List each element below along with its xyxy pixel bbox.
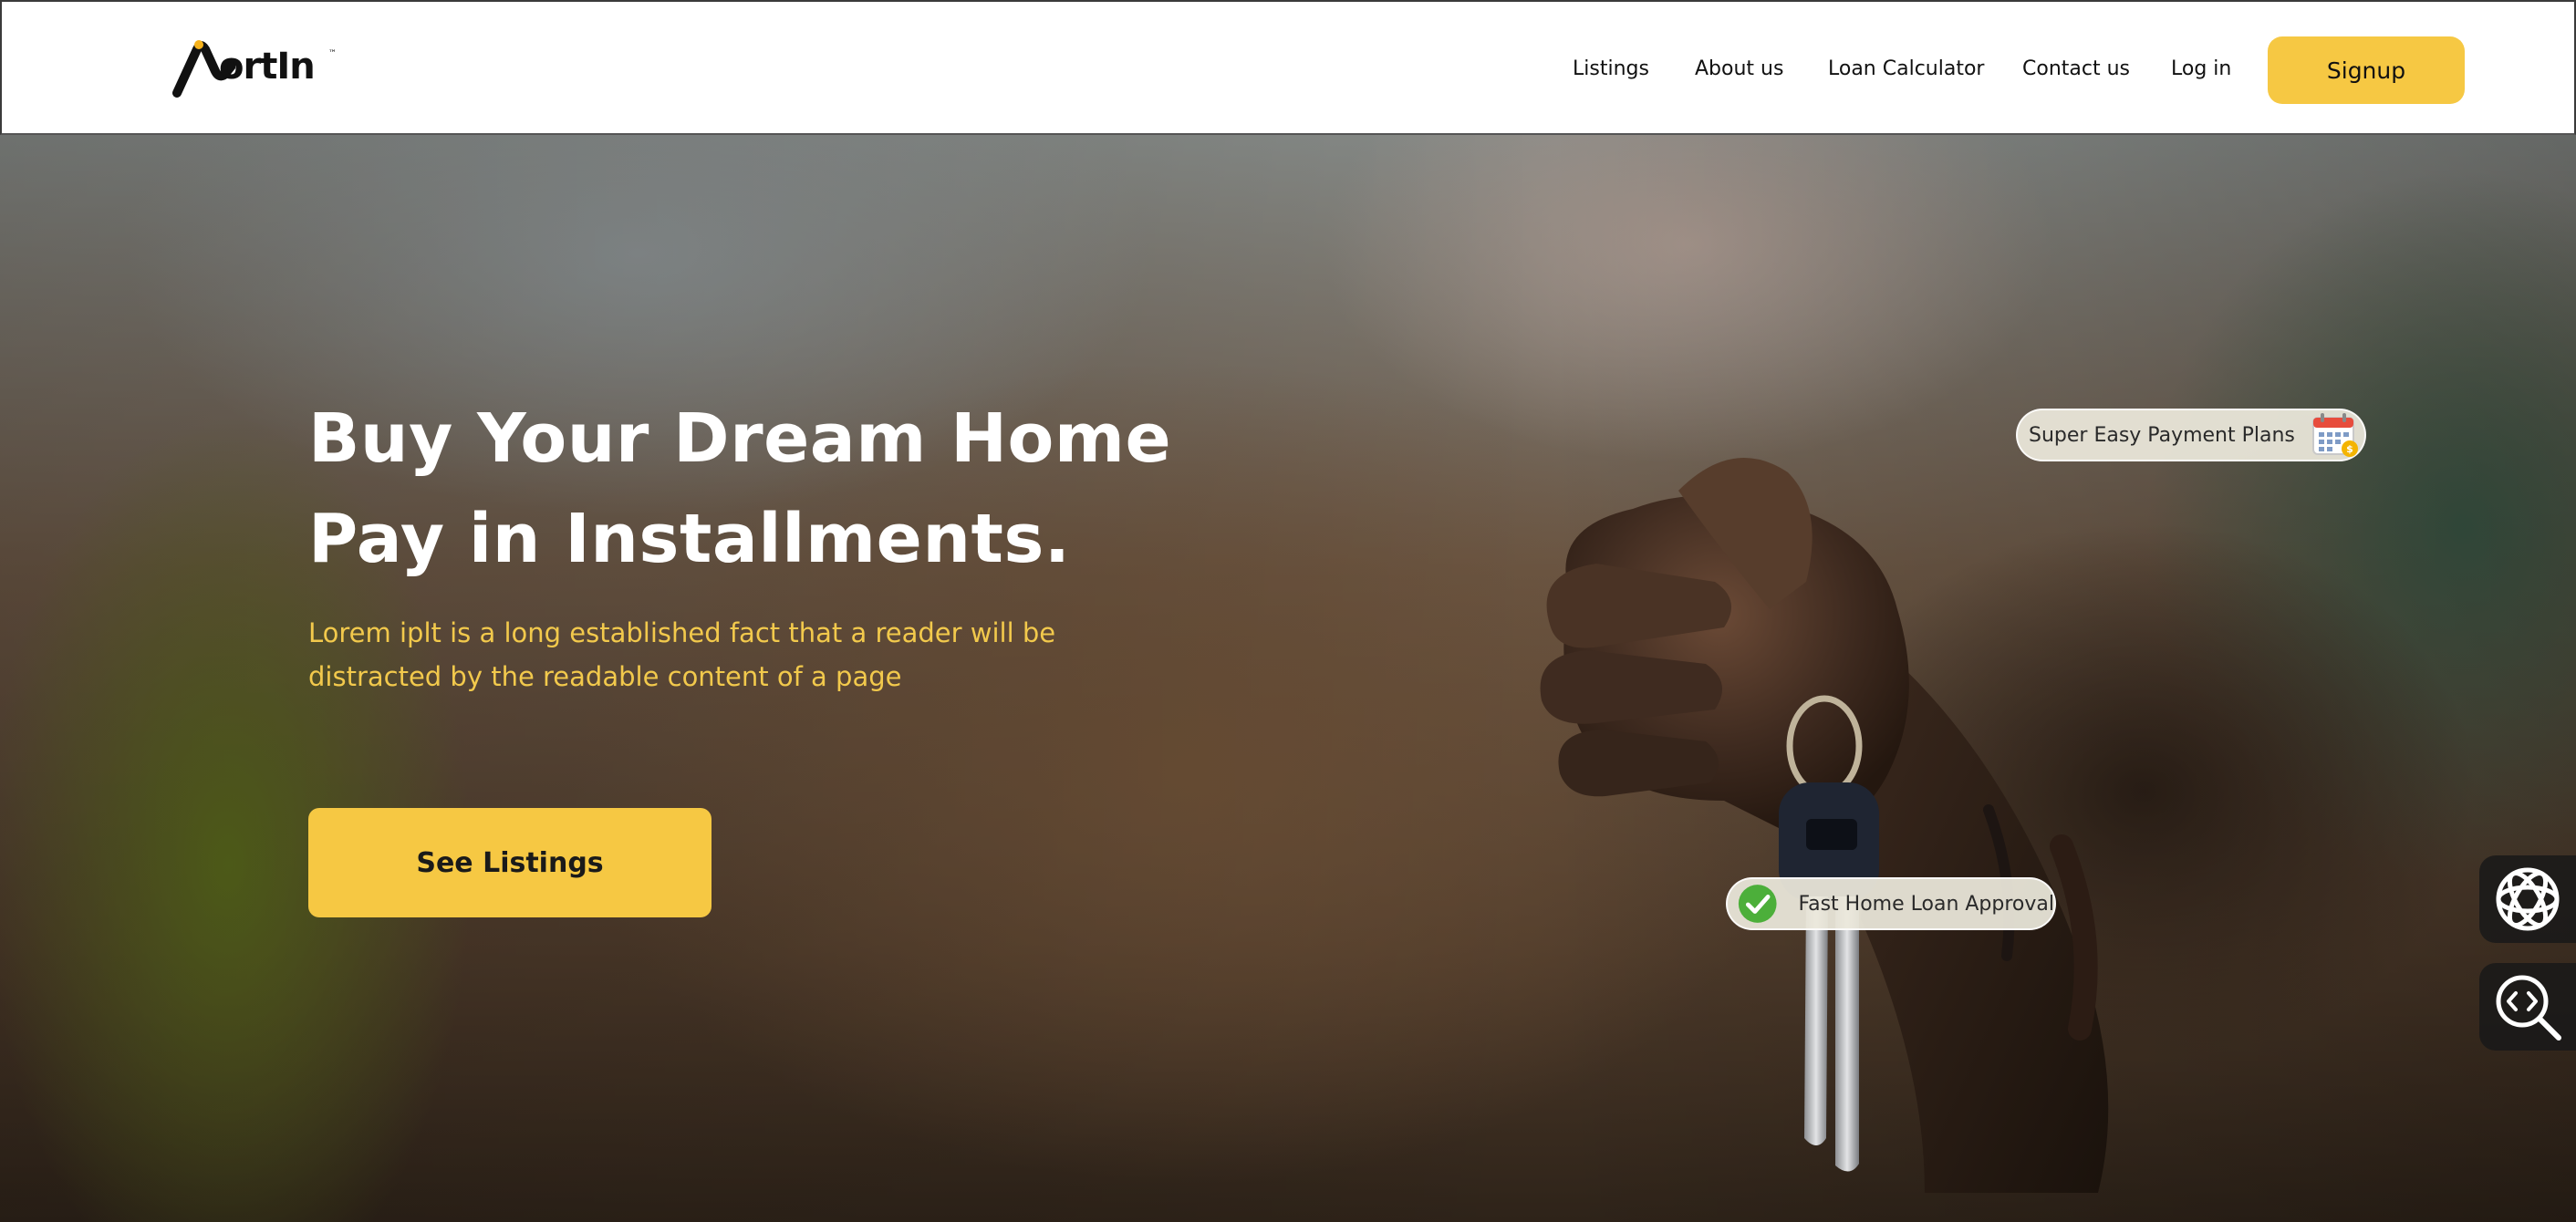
hero-section: Buy Your Dream Home Pay in Installments.…	[0, 135, 2576, 1222]
nav-contact-us[interactable]: Contact us	[2022, 55, 2130, 84]
hand-holding-keys-image	[1540, 458, 2109, 1193]
hero-headline: Buy Your Dream Home Pay in Installments.	[308, 388, 1403, 589]
loan-approval-badge: Fast Home Loan Approval	[1726, 877, 2056, 930]
nav-listings[interactable]: Listings	[1573, 55, 1649, 84]
hero-subtext-line-2: distracted by the readable content of a …	[308, 661, 902, 692]
hero-subtext: Lorem iplt is a long established fact th…	[308, 611, 1129, 699]
signup-button[interactable]: Signup	[2268, 36, 2465, 104]
calendar-icon: $	[2312, 413, 2358, 457]
hero-headline-line-2: Pay in Installments.	[308, 500, 1071, 578]
hero-subtext-line-1: Lorem iplt is a long established fact th…	[308, 617, 1056, 648]
logo-trademark: ™	[328, 49, 337, 58]
payment-plans-badge: Super Easy Payment Plans $	[2016, 409, 2366, 461]
ai-assistant-icon	[2496, 867, 2560, 931]
code-search-button[interactable]	[2479, 963, 2576, 1051]
nav-log-in[interactable]: Log in	[2171, 55, 2231, 84]
ai-assistant-button[interactable]	[2479, 855, 2576, 943]
top-nav-bar: ortIn ™ Listings About us Loan Calculato…	[0, 0, 2576, 135]
nav-about-us[interactable]: About us	[1695, 55, 1783, 84]
code-search-icon	[2496, 975, 2561, 1041]
checkmark-icon	[1738, 885, 1777, 923]
logo-wordmark: ortIn	[219, 46, 316, 88]
loan-approval-label: Fast Home Loan Approval	[1798, 892, 2054, 916]
hero-headline-line-1: Buy Your Dream Home	[308, 399, 1172, 478]
see-listings-button[interactable]: See Listings	[308, 808, 712, 917]
svg-text:$: $	[2346, 443, 2353, 455]
payment-plans-label: Super Easy Payment Plans	[2029, 423, 2295, 447]
nav-loan-calculator[interactable]: Loan Calculator	[1828, 55, 1984, 84]
brand-logo[interactable]: ortIn ™	[171, 40, 345, 98]
